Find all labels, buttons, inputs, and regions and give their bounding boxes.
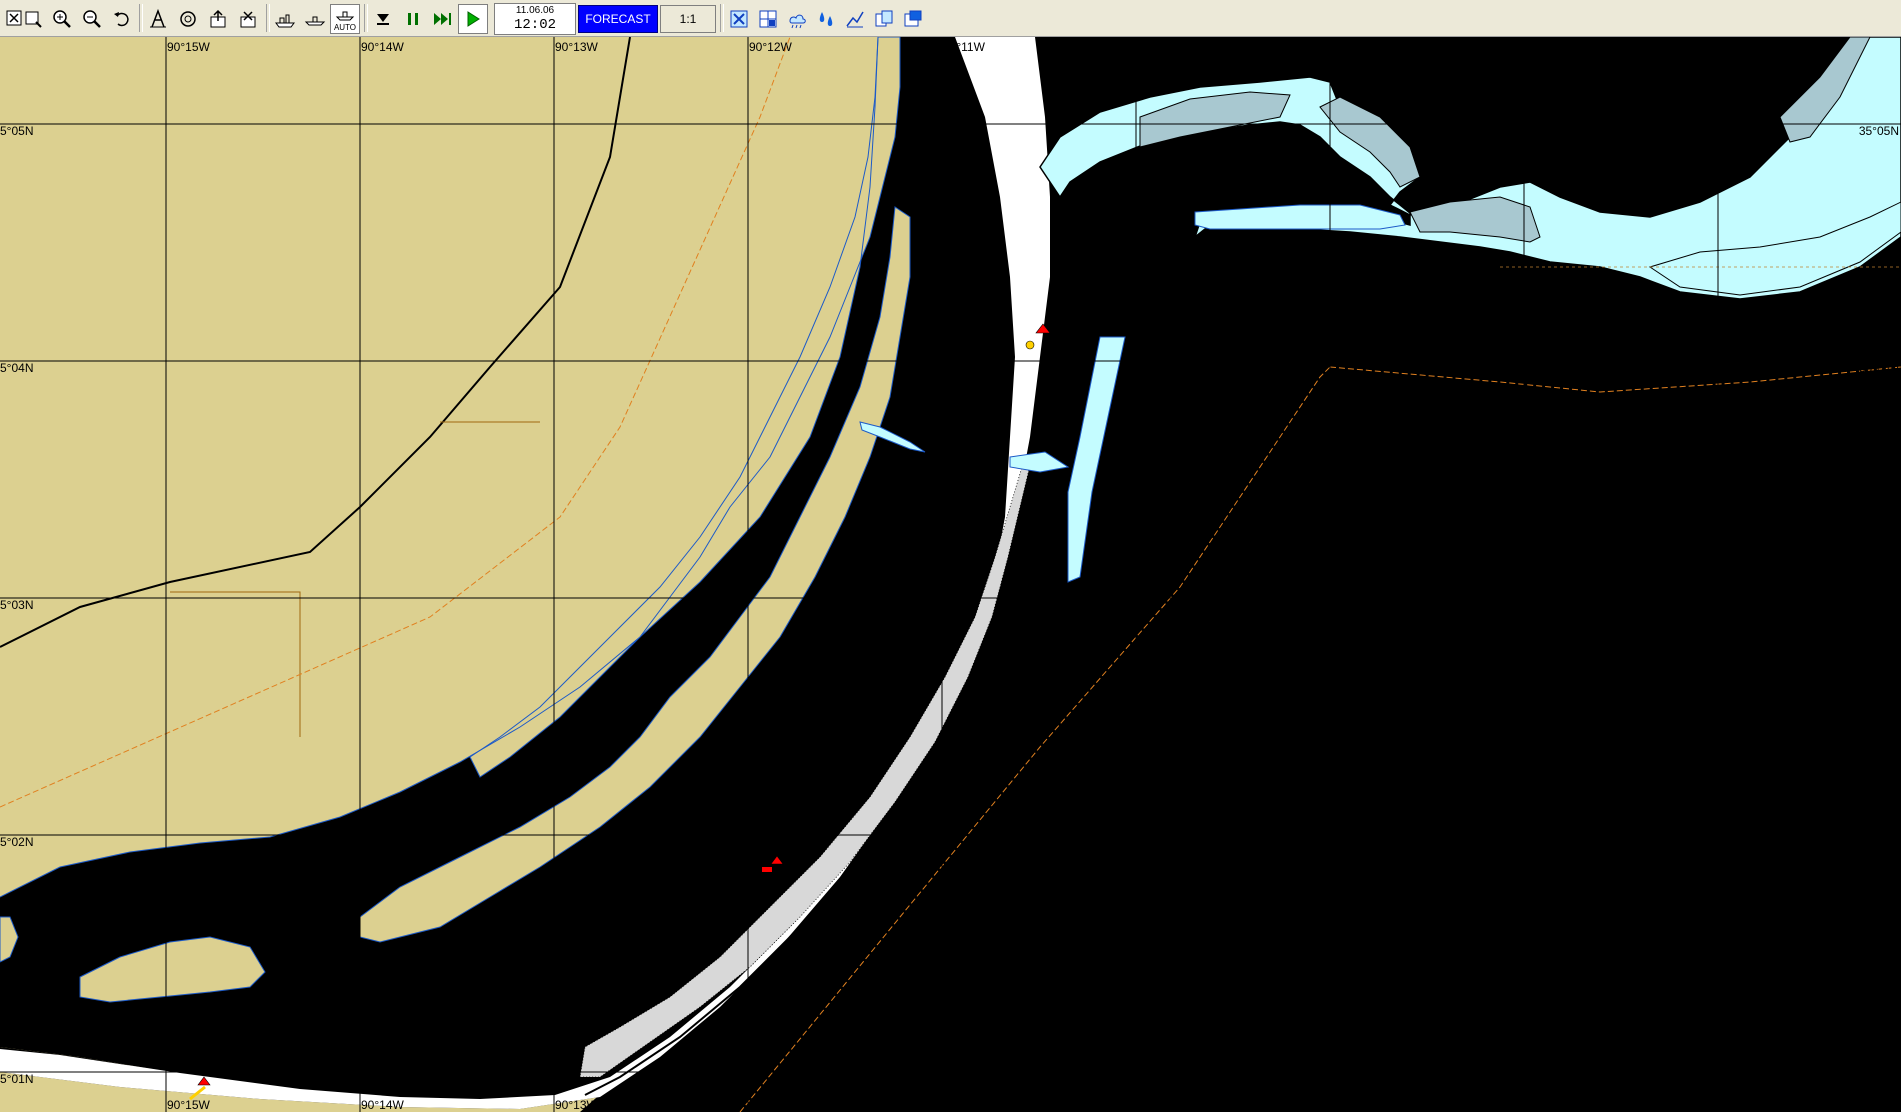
import-icon[interactable] — [233, 4, 263, 34]
latitude-label-right: 35°03N — [1859, 598, 1899, 612]
scale-button[interactable]: 1:1 — [660, 5, 716, 33]
longitude-label: 90°09W — [1331, 40, 1374, 54]
datetime-display[interactable]: 11.06.06 12:02 — [494, 3, 576, 35]
longitude-label: 90°11W — [943, 40, 986, 54]
latitude-label-right: 35°01N — [1859, 1072, 1899, 1086]
play-icon[interactable] — [458, 4, 488, 34]
zoom-in-icon[interactable] — [47, 4, 77, 34]
longitude-label: 90°07W — [1719, 40, 1762, 54]
stop-icon[interactable] — [368, 4, 398, 34]
latitude-label-left: 5°02N — [0, 835, 34, 849]
target-icon[interactable] — [173, 4, 203, 34]
longitude-label: 90°11W — [943, 1098, 986, 1112]
latitude-label-right: 35°02N — [1859, 835, 1899, 849]
longitude-label: 90°15W — [167, 40, 210, 54]
longitude-label: 90°13W — [555, 40, 598, 54]
longitude-label: 90°08W — [1525, 1098, 1568, 1112]
toolbar: AUTO 11.06.06 12:02 FORECAST 1:1 — [0, 0, 1901, 37]
longitude-label: 90°10W — [1137, 40, 1180, 54]
auto-label: AUTO — [333, 23, 357, 32]
latitude-label-left: 5°04N — [0, 361, 34, 375]
longitude-label: 90°15W — [167, 1098, 210, 1112]
copy-icon[interactable] — [869, 4, 899, 34]
forecast-button[interactable]: FORECAST — [578, 5, 658, 33]
auto-vessel-icon[interactable]: AUTO — [330, 4, 360, 34]
chart-grid-icon[interactable] — [753, 4, 783, 34]
zoom-out-icon[interactable] — [77, 4, 107, 34]
longitude-label: 90°13W — [555, 1098, 598, 1112]
longitude-label: 90°08W — [1525, 40, 1568, 54]
route-icon[interactable] — [840, 4, 870, 34]
fast-forward-icon[interactable] — [428, 4, 458, 34]
buoy-marker — [1025, 340, 1035, 350]
weather-icon[interactable] — [782, 4, 812, 34]
zoom-window-icon[interactable] — [18, 4, 48, 34]
pause-icon[interactable] — [398, 4, 428, 34]
longitude-label: 90°14W — [361, 1098, 404, 1112]
buoy-marker — [762, 867, 772, 872]
longitude-label: 90°12W — [749, 40, 792, 54]
depth-icon[interactable] — [811, 4, 841, 34]
latitude-label-right: 35°05N — [1859, 124, 1899, 138]
longitude-label: 90°10W — [1137, 1098, 1180, 1112]
latitude-label-left: 5°01N — [0, 1072, 34, 1086]
latitude-label-right: 35°04N — [1859, 361, 1899, 375]
undo-icon[interactable] — [107, 4, 137, 34]
chart-canvas[interactable]: 90°15W 90°15W 90°14W 90°14W 90°13W 90°13W 90°1… — [0, 37, 1901, 1112]
text-tool-icon[interactable] — [143, 4, 173, 34]
latitude-label-left: 5°03N — [0, 598, 34, 612]
nautical-chart[interactable]: 90°15W 90°15W 90°14W 90°14W 90°13W 90°13W 90°1… — [0, 37, 1901, 1112]
time-label: 12:02 — [513, 17, 556, 33]
date-label: 11.06.06 — [515, 5, 555, 16]
layers-icon[interactable] — [724, 4, 754, 34]
longitude-label: 90°14W — [361, 40, 404, 54]
window-icon[interactable] — [898, 4, 928, 34]
longitude-label: 90°07W — [1719, 1098, 1762, 1112]
longitude-label: 90°12W — [749, 1098, 792, 1112]
longitude-label: 90°09W — [1331, 1098, 1374, 1112]
vessel-icon[interactable] — [300, 4, 330, 34]
latitude-label-left: 5°05N — [0, 124, 34, 138]
export-icon[interactable] — [203, 4, 233, 34]
ship-icon[interactable] — [270, 4, 300, 34]
